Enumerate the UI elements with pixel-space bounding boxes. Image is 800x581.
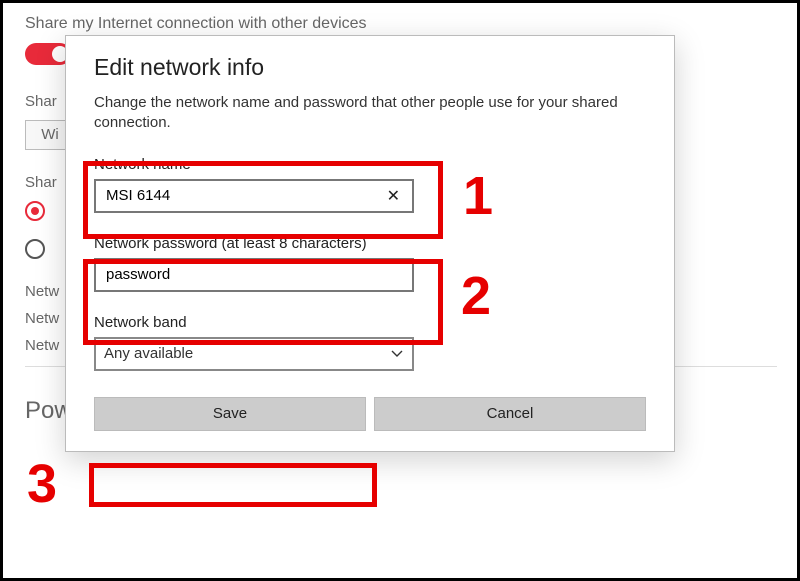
dialog-description: Change the network name and password tha… [94,93,646,134]
dialog-title: Edit network info [94,54,646,81]
network-name-field: Network name ✕ [94,156,646,213]
clear-icon[interactable]: ✕ [383,186,404,206]
save-button[interactable]: Save [94,397,366,431]
network-password-label: Network password (at least 8 characters) [94,235,646,252]
share-connection-heading: Share my Internet connection with other … [25,15,777,33]
network-password-field: Network password (at least 8 characters) [94,235,646,292]
network-name-input[interactable] [104,186,383,205]
network-band-select[interactable]: Any available [94,337,414,371]
network-password-input[interactable] [104,265,404,284]
edit-network-dialog: Edit network info Change the network nam… [65,35,675,452]
network-password-input-wrap[interactable] [94,258,414,292]
chevron-down-icon [390,347,404,361]
radio-unchecked-icon [25,239,45,259]
cancel-button[interactable]: Cancel [374,397,646,431]
dialog-button-row: Save Cancel [94,397,646,431]
network-band-label: Network band [94,314,646,331]
network-band-value: Any available [104,345,193,362]
network-name-input-wrap[interactable]: ✕ [94,179,414,213]
network-name-label: Network name [94,156,646,173]
radio-checked-icon [25,201,45,221]
network-band-field: Network band Any available [94,314,646,371]
